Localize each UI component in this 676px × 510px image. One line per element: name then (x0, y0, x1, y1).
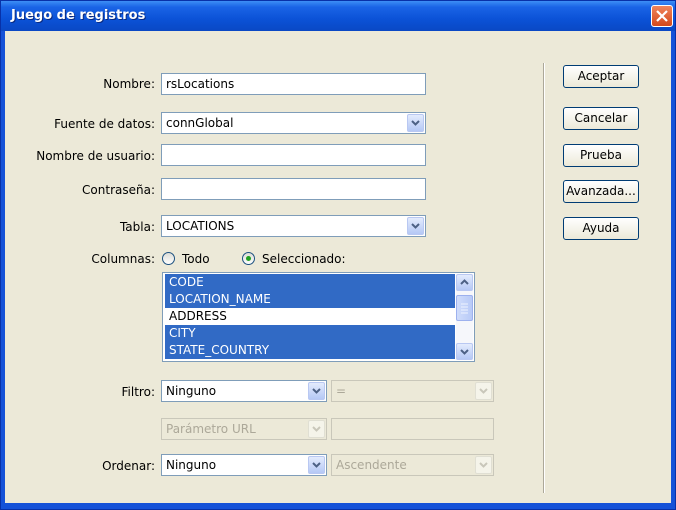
ordenar-dropdown-button[interactable] (308, 456, 325, 474)
fuente-label: Fuente de datos: (54, 117, 155, 131)
tabla-dropdown-button[interactable] (407, 217, 424, 235)
chevron-down-icon (312, 388, 321, 394)
close-icon (656, 10, 668, 22)
radio-seleccionado[interactable] (242, 252, 255, 265)
columns-listbox[interactable]: CODE LOCATION_NAME ADDRESS CITY STATE_CO… (162, 272, 475, 362)
nombre-input[interactable]: rsLocations (161, 73, 426, 95)
list-item-location-name[interactable]: LOCATION_NAME (165, 291, 455, 308)
contrasena-label: Contraseña: (82, 183, 155, 197)
grip-icon (461, 303, 468, 314)
filtro-operator-value: = (336, 384, 347, 398)
filtro-param-dropdown-button[interactable] (308, 420, 325, 438)
filtro-param-value: Parámetro URL (166, 422, 256, 436)
chevron-down-icon (479, 388, 488, 394)
fuente-dropdown-button[interactable] (407, 114, 424, 132)
contrasena-input[interactable] (161, 178, 426, 200)
filtro-operator-dropdown-button[interactable] (475, 382, 492, 400)
chevron-down-icon (479, 462, 488, 468)
filtro-operator-select[interactable]: = (331, 380, 494, 402)
fuente-select[interactable]: connGlobal (161, 112, 426, 134)
ordenar-label: Ordenar: (102, 459, 155, 473)
chevron-down-icon (312, 426, 321, 432)
radio-todo-label: Todo (182, 252, 210, 266)
filtro-param-select[interactable]: Parámetro URL (161, 418, 327, 440)
filtro-param-input[interactable] (331, 418, 494, 440)
tabla-label: Tabla: (119, 220, 155, 234)
usuario-input[interactable] (161, 144, 426, 166)
radio-seleccionado-label: Seleccionado: (262, 252, 346, 266)
close-button[interactable] (651, 5, 673, 27)
dialog-window: Juego de registros Nombre: rsLocations F… (0, 0, 676, 510)
list-item-city[interactable]: CITY (165, 325, 455, 342)
ordenar-direction-dropdown-button[interactable] (475, 456, 492, 474)
chevron-up-icon (460, 279, 469, 285)
chevron-down-icon (411, 120, 420, 126)
listbox-scrollbar[interactable] (456, 274, 473, 360)
columnas-label: Columnas: (91, 252, 155, 266)
chevron-down-icon (312, 462, 321, 468)
list-item-address[interactable]: ADDRESS (165, 308, 455, 325)
usuario-label: Nombre de usuario: (36, 149, 155, 163)
dialog-body: Nombre: rsLocations Fuente de datos: con… (5, 31, 671, 503)
chevron-down-icon (460, 349, 469, 355)
chevron-down-icon (411, 223, 420, 229)
filtro-dropdown-button[interactable] (308, 382, 325, 400)
radio-todo[interactable] (162, 252, 175, 265)
nombre-label: Nombre: (103, 77, 155, 91)
filtro-select[interactable]: Ninguno (161, 380, 327, 402)
ordenar-direction-select[interactable]: Ascendente (331, 454, 494, 476)
scroll-up-button[interactable] (456, 274, 473, 291)
prueba-button[interactable]: Prueba (563, 144, 639, 167)
list-item-state-country[interactable]: STATE_COUNTRY (165, 342, 455, 359)
tabla-value: LOCATIONS (166, 219, 235, 233)
cancelar-button[interactable]: Cancelar (563, 107, 639, 130)
ordenar-select[interactable]: Ninguno (161, 454, 327, 476)
fuente-value: connGlobal (166, 116, 234, 130)
ayuda-button[interactable]: Ayuda (563, 217, 639, 240)
ordenar-direction-value: Ascendente (336, 458, 407, 472)
filtro-value: Ninguno (166, 384, 217, 398)
ordenar-value: Ninguno (166, 458, 217, 472)
title-bar[interactable]: Juego de registros (1, 1, 675, 31)
window-title: Juego de registros (11, 8, 146, 23)
scroll-down-button[interactable] (456, 343, 473, 360)
list-item-code[interactable]: CODE (165, 274, 455, 291)
aceptar-button[interactable]: Aceptar (563, 65, 639, 88)
vertical-separator (543, 63, 545, 493)
tabla-select[interactable]: LOCATIONS (161, 215, 426, 237)
filtro-label: Filtro: (121, 385, 155, 399)
scroll-thumb[interactable] (456, 295, 473, 321)
avanzada-button[interactable]: Avanzada... (563, 180, 639, 203)
radio-selected-dot (246, 256, 251, 261)
